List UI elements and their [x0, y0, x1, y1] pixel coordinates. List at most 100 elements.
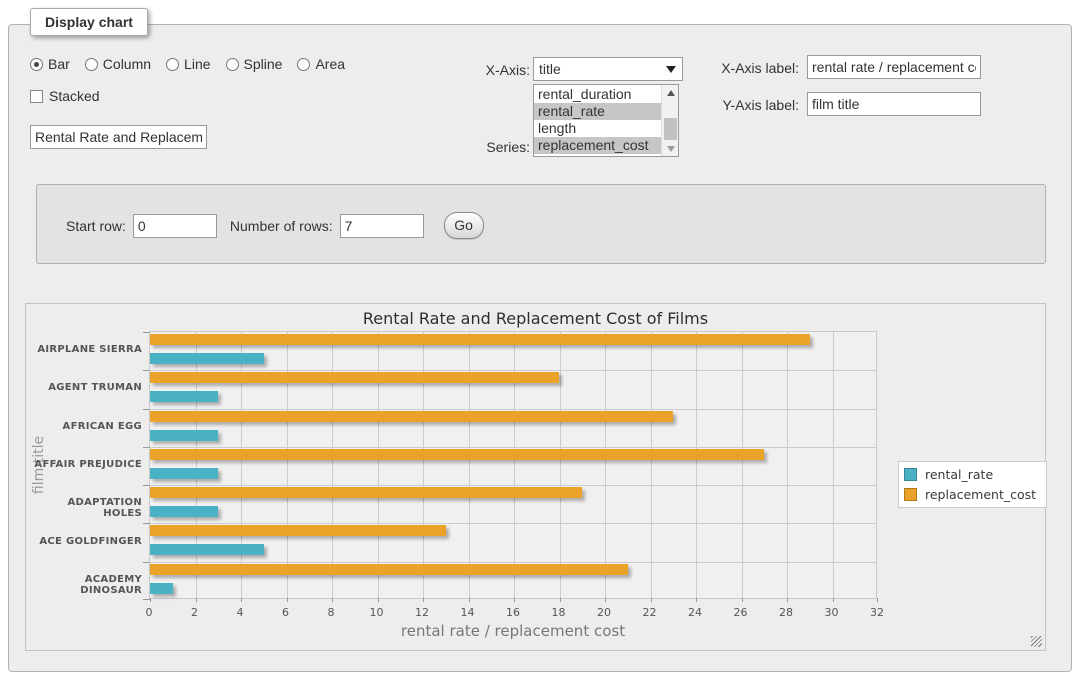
radio-icon[interactable] — [85, 58, 98, 71]
category-label: ACE GOLDFINGER — [26, 536, 142, 547]
x-tick-mark — [514, 598, 515, 602]
x-axis-select[interactable]: title — [533, 57, 683, 81]
bar-replacement_cost — [150, 487, 582, 498]
rows-panel: Start row: Number of rows: Go — [36, 184, 1046, 264]
x-tick-label: 24 — [670, 606, 720, 619]
panel-title: Display chart — [30, 8, 148, 36]
x-tick-mark — [150, 598, 151, 602]
series-options: rental_durationrental_ratelengthreplacem… — [534, 86, 661, 154]
x-tick-mark — [696, 598, 697, 602]
scroll-up-icon[interactable] — [662, 85, 679, 100]
series-option-replacement_cost[interactable]: replacement_cost — [534, 137, 661, 154]
x-tick-label: 2 — [170, 606, 220, 619]
category-label: AFFAIR PREJUDICE — [26, 459, 142, 470]
bar-rental_rate — [150, 353, 264, 364]
legend-item-replacement_cost: replacement_cost — [904, 487, 1036, 502]
radio-label: Line — [184, 56, 210, 72]
x-tick-label: 10 — [352, 606, 402, 619]
x-tick-mark — [287, 598, 288, 602]
x-axis-label-caption: X-Axis label: — [713, 60, 799, 76]
radio-icon[interactable] — [166, 58, 179, 71]
series-scrollbar[interactable] — [661, 85, 678, 156]
bar-rental_rate — [150, 430, 218, 441]
bar-replacement_cost — [150, 449, 764, 460]
gridline-horizontal — [150, 523, 876, 524]
y-axis-label-caption: Y-Axis label: — [713, 97, 799, 113]
bar-rental_rate — [150, 391, 218, 402]
chart-title-input[interactable] — [30, 125, 207, 149]
series-option-length[interactable]: length — [534, 120, 661, 137]
stacked-checkbox[interactable] — [30, 90, 43, 103]
x-tick-mark — [378, 598, 379, 602]
go-button[interactable]: Go — [444, 212, 484, 239]
series-listbox[interactable]: rental_durationrental_ratelengthreplacem… — [533, 84, 679, 157]
y-tick-mark — [143, 447, 150, 448]
bar-rental_rate — [150, 506, 218, 517]
x-tick-mark — [605, 598, 606, 602]
y-tick-mark — [143, 599, 150, 600]
chart-type-radio-area[interactable]: Area — [297, 56, 345, 72]
start-row-label: Start row: — [66, 218, 126, 234]
x-tick-mark — [241, 598, 242, 602]
gridline-vertical — [833, 332, 834, 598]
x-tick-label: 32 — [852, 606, 902, 619]
gridline-horizontal — [150, 562, 876, 563]
radio-icon[interactable] — [30, 58, 43, 71]
bar-replacement_cost — [150, 372, 559, 383]
bar-replacement_cost — [150, 411, 673, 422]
chart-type-radio-line[interactable]: Line — [166, 56, 210, 72]
x-tick-label: 4 — [215, 606, 265, 619]
x-tick-mark — [651, 598, 652, 602]
x-tick-mark — [742, 598, 743, 602]
bar-rental_rate — [150, 468, 218, 479]
bar-replacement_cost — [150, 525, 446, 536]
chart-container: Rental Rate and Replacement Cost of Film… — [25, 303, 1046, 651]
category-label: AIRPLANE SIERRA — [26, 344, 142, 355]
legend-label: rental_rate — [925, 467, 993, 482]
radio-label: Spline — [244, 56, 283, 72]
rows-controls: Start row: Number of rows: Go — [66, 212, 484, 239]
scrollbar-thumb[interactable] — [664, 118, 677, 140]
bar-rental_rate — [150, 544, 264, 555]
y-tick-mark — [143, 523, 150, 524]
y-tick-mark — [143, 332, 150, 333]
app-screen: Display chart Bar Column Line Spline Area St… — [0, 0, 1081, 681]
radio-label: Bar — [48, 56, 70, 72]
stacked-option[interactable]: Stacked — [30, 88, 100, 104]
x-tick-mark — [423, 598, 424, 602]
bar-replacement_cost — [150, 564, 628, 575]
chart-title: Rental Rate and Replacement Cost of Film… — [26, 309, 1045, 328]
radio-icon[interactable] — [226, 58, 239, 71]
stacked-label: Stacked — [49, 88, 100, 104]
chart-type-group: Bar Column Line Spline Area — [30, 56, 345, 72]
number-of-rows-input[interactable] — [340, 214, 424, 238]
x-tick-mark — [196, 598, 197, 602]
gridline-vertical — [560, 332, 561, 598]
series-option-rental_duration[interactable]: rental_duration — [534, 86, 661, 103]
plot-area — [149, 331, 877, 599]
chart-type-radio-bar[interactable]: Bar — [30, 56, 70, 72]
chart-x-axis-title: rental rate / replacement cost — [149, 622, 877, 640]
x-axis-label-input[interactable] — [807, 55, 981, 79]
resize-handle-icon[interactable] — [1031, 636, 1042, 647]
x-tick-label: 20 — [579, 606, 629, 619]
legend-item-rental_rate: rental_rate — [904, 467, 1036, 482]
chart-type-radio-column[interactable]: Column — [85, 56, 151, 72]
category-label: AFRICAN EGG — [26, 421, 142, 432]
gridline-horizontal — [150, 409, 876, 410]
gridline-vertical — [605, 332, 606, 598]
start-row-input[interactable] — [133, 214, 217, 238]
series-caption: Series: — [458, 139, 530, 155]
x-tick-mark — [833, 598, 834, 602]
x-tick-label: 26 — [716, 606, 766, 619]
x-tick-label: 0 — [124, 606, 174, 619]
chart-type-radio-spline[interactable]: Spline — [226, 56, 283, 72]
y-axis-label-input[interactable] — [807, 92, 981, 116]
series-option-rental_rate[interactable]: rental_rate — [534, 103, 661, 120]
gridline-vertical — [696, 332, 697, 598]
radio-icon[interactable] — [297, 58, 310, 71]
y-tick-mark — [143, 562, 150, 563]
dropdown-arrow-icon — [666, 66, 676, 73]
scroll-down-icon[interactable] — [662, 141, 679, 156]
x-tick-label: 14 — [443, 606, 493, 619]
